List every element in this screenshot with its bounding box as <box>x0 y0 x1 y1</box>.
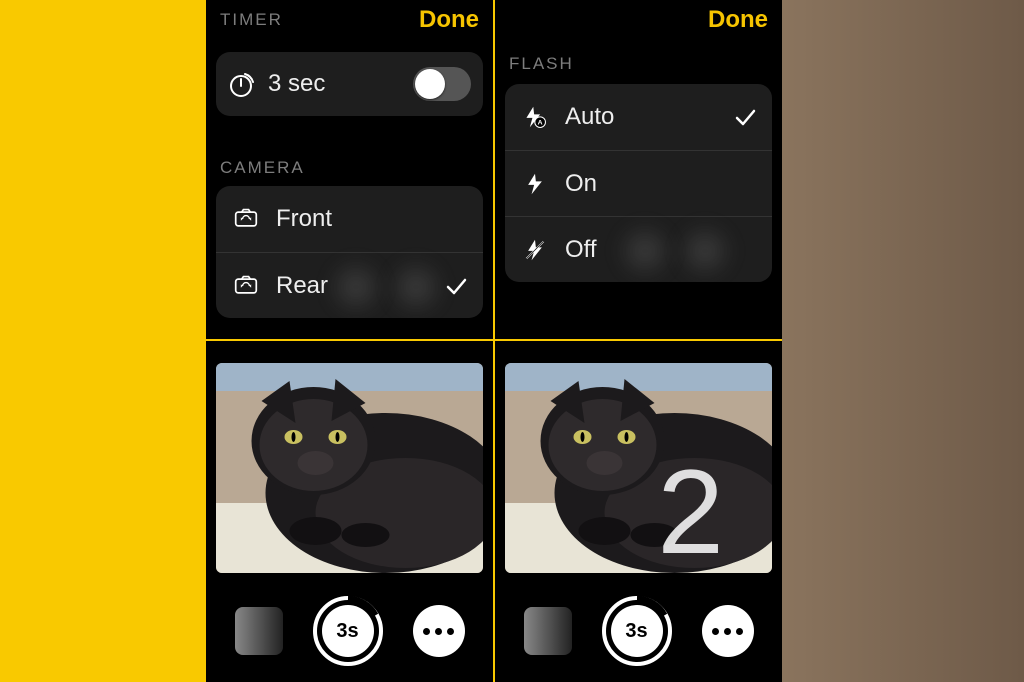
flash-option-list: Auto On Off <box>505 84 772 282</box>
done-button[interactable]: Done <box>708 6 768 34</box>
timer-section-label: TIMER <box>220 10 283 30</box>
flash-option-auto[interactable]: Auto <box>505 84 772 150</box>
timer-toggle[interactable] <box>413 67 471 101</box>
camera-option-front[interactable]: Front <box>216 186 483 252</box>
flash-section-label: FLASH <box>509 54 574 74</box>
camera-preview[interactable]: 2 <box>505 363 772 573</box>
shutter-button[interactable]: 3s <box>602 596 672 666</box>
timer-value-label: 3 sec <box>268 70 399 98</box>
flash-on-icon <box>521 172 549 196</box>
checkmark-icon <box>734 106 756 128</box>
camera-option-label: Front <box>276 205 467 233</box>
shutter-timer-label: 3s <box>313 596 383 666</box>
timer-row[interactable]: 3 sec <box>216 52 483 116</box>
checkmark-icon <box>445 275 467 297</box>
flash-auto-icon <box>521 105 549 129</box>
flash-option-on[interactable]: On <box>505 150 772 216</box>
dots-icon <box>423 628 430 635</box>
camera-switch-icon <box>232 207 260 231</box>
camera-controls: 3s <box>206 592 493 670</box>
shutter-button[interactable]: 3s <box>313 596 383 666</box>
camera-option-list: Front Rear <box>216 186 483 318</box>
settings-timer-camera-panel: Done TIMER 3 sec CAMERA Front Rear <box>206 0 493 339</box>
flash-option-off[interactable]: Off <box>505 216 772 282</box>
done-button[interactable]: Done <box>419 6 479 34</box>
more-options-button[interactable] <box>702 605 754 657</box>
camera-switch-icon <box>232 274 260 298</box>
flash-option-label: Off <box>565 236 756 264</box>
last-photo-thumbnail[interactable] <box>235 607 283 655</box>
last-photo-thumbnail[interactable] <box>524 607 572 655</box>
camera-section-label: CAMERA <box>220 158 305 178</box>
camera-viewfinder-panel: 3s <box>206 341 493 682</box>
more-options-button[interactable] <box>413 605 465 657</box>
flash-off-icon <box>521 238 549 262</box>
camera-viewfinder-countdown-panel: 2 3s <box>495 341 782 682</box>
dots-icon <box>712 628 719 635</box>
camera-option-label: Rear <box>276 272 429 300</box>
timer-icon <box>228 71 254 97</box>
flash-option-label: Auto <box>565 103 718 131</box>
camera-controls: 3s <box>495 592 782 670</box>
settings-flash-panel: Done FLASH Auto On Off <box>495 0 782 339</box>
camera-option-rear[interactable]: Rear <box>216 252 483 318</box>
camera-preview[interactable] <box>216 363 483 573</box>
flash-option-label: On <box>565 170 756 198</box>
shutter-timer-label: 3s <box>602 596 672 666</box>
